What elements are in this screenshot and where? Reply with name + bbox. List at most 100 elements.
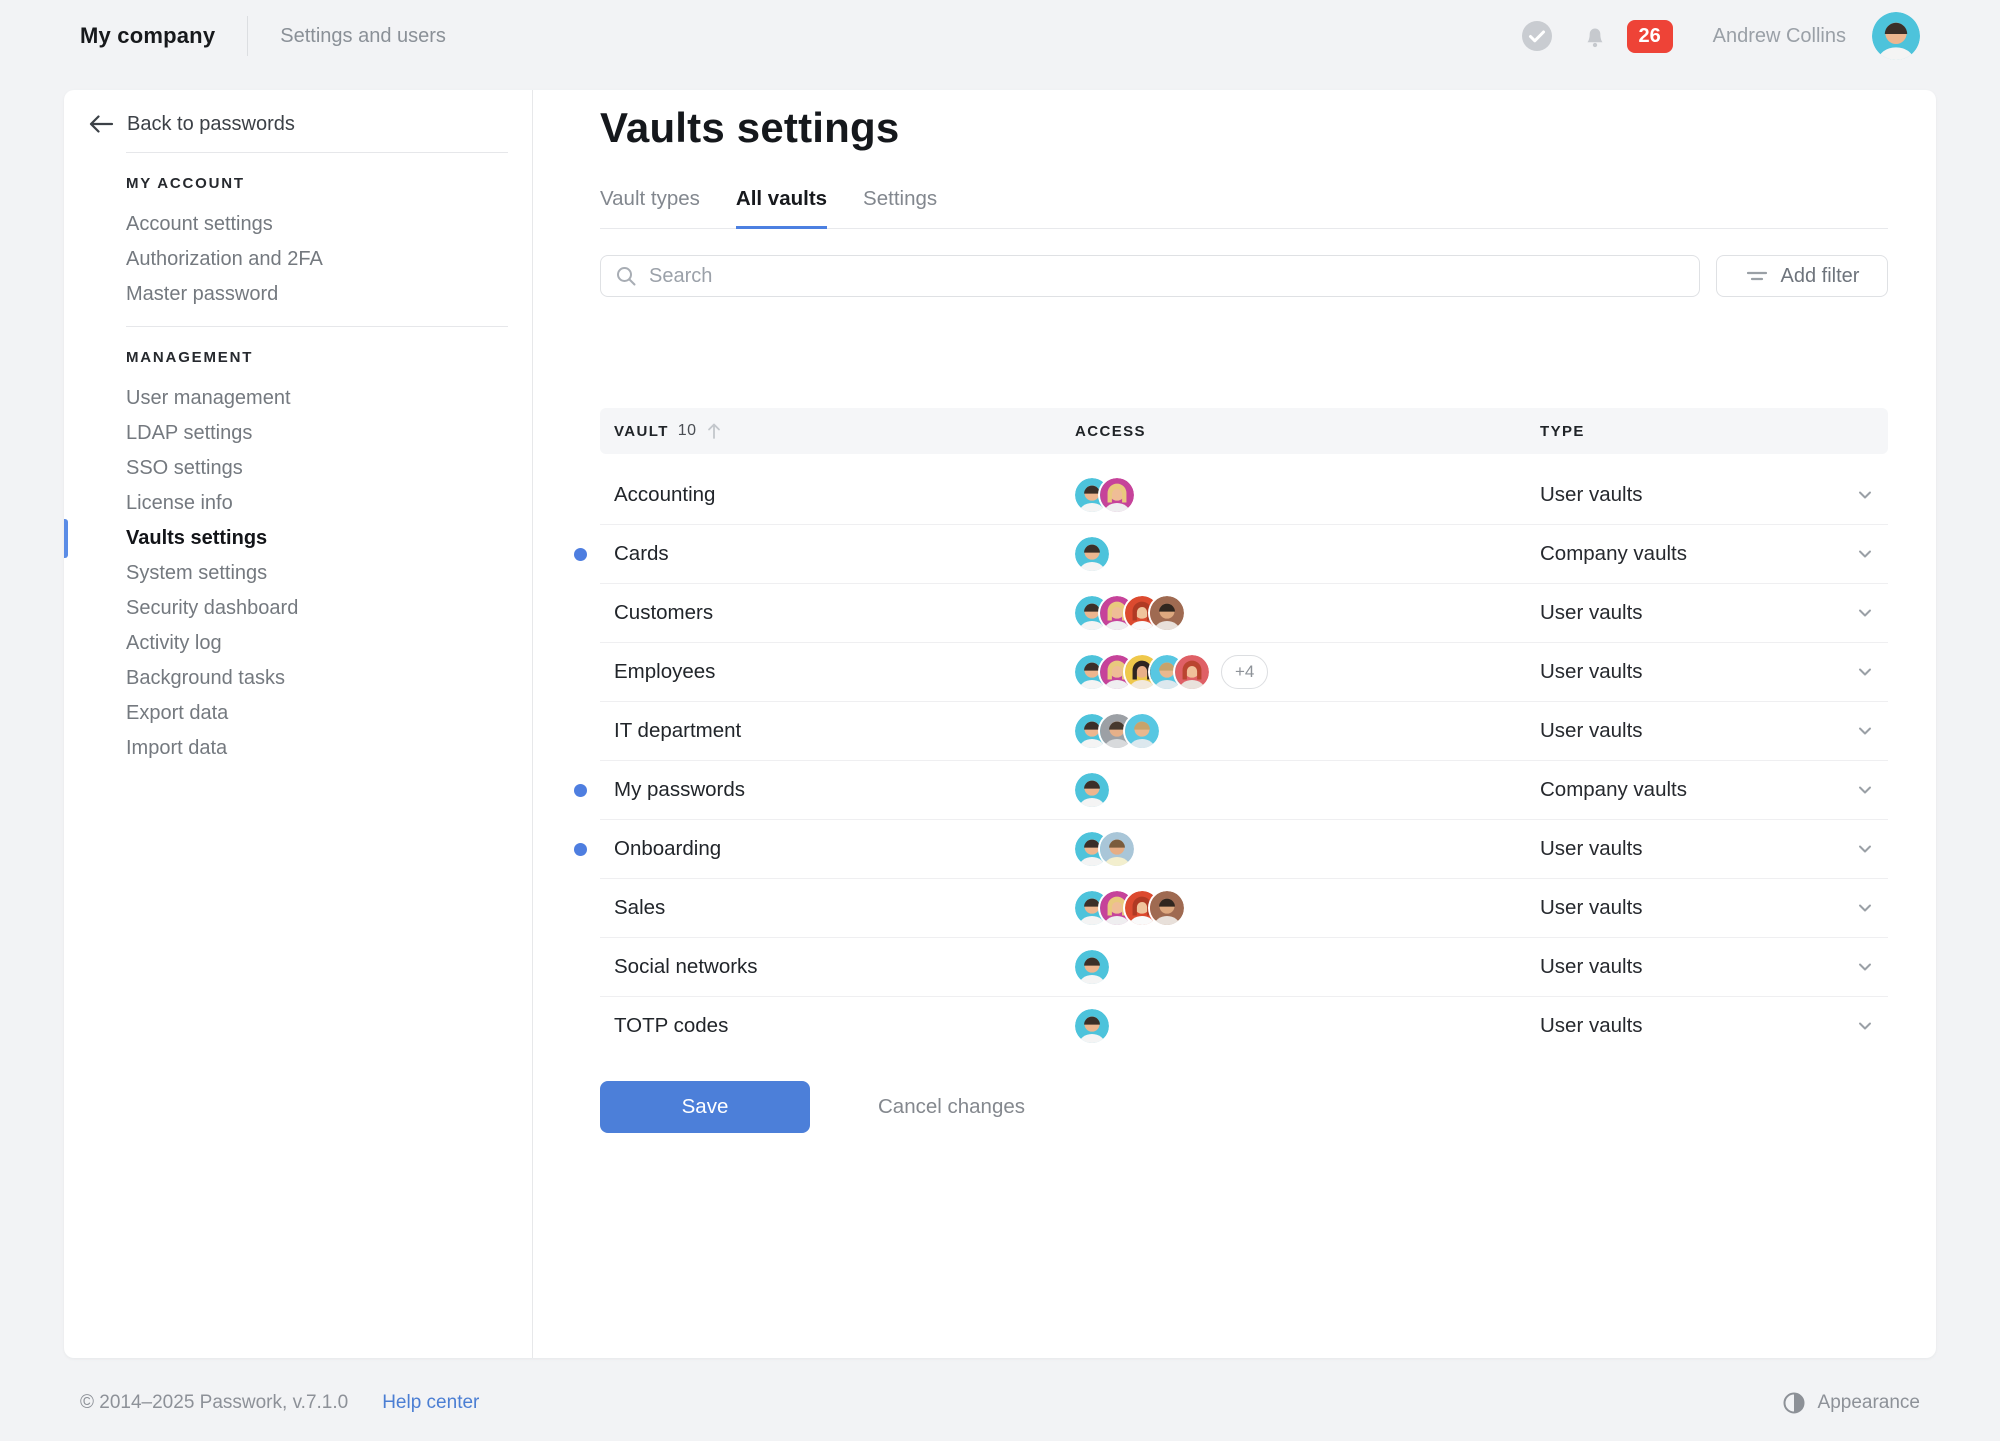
access-avatar-stack[interactable]: [1075, 1009, 1109, 1043]
table-row-onboarding: Onboarding User vaults: [600, 819, 1888, 878]
topbar-section-label: Settings and users: [280, 25, 446, 48]
avatar-teal-man: [1075, 1009, 1109, 1043]
vault-name: My passwords: [600, 778, 1075, 802]
settings-sidebar: Back to passwords MY ACCOUNTAccount sett…: [64, 90, 533, 1358]
sidebar-item-security-dashboard[interactable]: Security dashboard: [126, 591, 508, 626]
back-to-passwords-link[interactable]: Back to passwords: [88, 110, 532, 138]
vault-type-select[interactable]: Company vaults: [1540, 542, 1888, 566]
access-avatar-stack[interactable]: [1075, 950, 1109, 984]
column-vault[interactable]: VAULT 10: [600, 422, 1075, 440]
chevron-down-icon[interactable]: [1854, 1015, 1876, 1037]
chevron-down-icon[interactable]: [1854, 779, 1876, 801]
arrow-left-icon: [88, 113, 114, 135]
sidebar-item-activity-log[interactable]: Activity log: [126, 626, 508, 661]
sidebar-item-export-data[interactable]: Export data: [126, 696, 508, 731]
vault-access-cell: [1075, 773, 1540, 807]
table-controls: Add filter: [600, 255, 1888, 297]
sidebar-item-ldap-settings[interactable]: LDAP settings: [126, 416, 508, 451]
access-avatar-stack[interactable]: [1075, 655, 1209, 689]
chevron-down-icon[interactable]: [1854, 956, 1876, 978]
user-avatar[interactable]: [1872, 12, 1920, 60]
notification-count-badge[interactable]: 26: [1627, 20, 1673, 53]
vault-name: TOTP codes: [600, 1014, 1075, 1038]
back-link-label: Back to passwords: [127, 113, 295, 136]
top-bar: My company Settings and users 26 Andrew …: [0, 0, 2000, 72]
tab-vault-types[interactable]: Vault types: [600, 187, 700, 229]
vault-type-select[interactable]: User vaults: [1540, 719, 1888, 743]
bell-icon[interactable]: [1577, 18, 1613, 54]
vault-access-cell: [1075, 950, 1540, 984]
sidebar-item-user-management[interactable]: User management: [126, 381, 508, 416]
table-row-accounting: Accounting User vaults: [600, 466, 1888, 524]
table-row-sales: Sales User vaults: [600, 878, 1888, 937]
search-box: [600, 255, 1700, 297]
vault-type-select[interactable]: User vaults: [1540, 483, 1888, 507]
access-avatar-stack[interactable]: [1075, 478, 1134, 512]
access-avatar-stack[interactable]: [1075, 714, 1159, 748]
vault-type-select[interactable]: User vaults: [1540, 601, 1888, 625]
sidebar-item-master-password[interactable]: Master password: [126, 277, 508, 312]
table-row-employees: Employees +4User vaults: [600, 642, 1888, 701]
unsaved-change-dot: [574, 784, 587, 797]
vault-type-select[interactable]: User vaults: [1540, 896, 1888, 920]
sidebar-item-account-settings[interactable]: Account settings: [126, 207, 508, 242]
vault-type-value: User vaults: [1540, 601, 1643, 625]
tab-all-vaults[interactable]: All vaults: [736, 187, 827, 229]
vault-type-select[interactable]: User vaults: [1540, 955, 1888, 979]
appearance-label: Appearance: [1818, 1392, 1920, 1414]
sidebar-item-authorization-and-2fa[interactable]: Authorization and 2FA: [126, 242, 508, 277]
vault-type-value: Company vaults: [1540, 542, 1687, 566]
add-filter-label: Add filter: [1781, 265, 1860, 288]
chevron-down-icon[interactable]: [1854, 484, 1876, 506]
vault-access-cell: [1075, 596, 1540, 630]
vault-name: IT department: [600, 719, 1075, 743]
sort-arrow-up-icon[interactable]: [706, 422, 722, 440]
chevron-down-icon[interactable]: [1854, 897, 1876, 919]
main-panel: Vaults settings Vault types All vaults S…: [533, 90, 1936, 1358]
cancel-changes-link[interactable]: Cancel changes: [878, 1095, 1025, 1119]
sidebar-item-background-tasks[interactable]: Background tasks: [126, 661, 508, 696]
sidebar-item-license-info[interactable]: License info: [126, 486, 508, 521]
sidebar-section-my-account: MY ACCOUNTAccount settingsAuthorization …: [126, 152, 508, 312]
vault-name: Cards: [600, 542, 1075, 566]
more-users-chip[interactable]: +4: [1221, 655, 1268, 689]
user-name[interactable]: Andrew Collins: [1713, 25, 1846, 48]
tab-settings[interactable]: Settings: [863, 187, 937, 229]
search-input[interactable]: [647, 264, 1685, 289]
active-item-indicator: [64, 519, 68, 558]
half-circle-icon: [1782, 1391, 1806, 1415]
vault-access-cell: [1075, 478, 1540, 512]
save-button[interactable]: Save: [600, 1081, 810, 1133]
chevron-down-icon[interactable]: [1854, 602, 1876, 624]
chevron-down-icon[interactable]: [1854, 543, 1876, 565]
avatar-rose-woman: [1175, 655, 1209, 689]
vault-type-select[interactable]: User vaults: [1540, 837, 1888, 861]
sidebar-item-system-settings[interactable]: System settings: [126, 556, 508, 591]
avatar-pink-woman: [1100, 478, 1134, 512]
access-avatar-stack[interactable]: [1075, 537, 1109, 571]
vault-type-select[interactable]: User vaults: [1540, 660, 1888, 684]
sidebar-section-title: MANAGEMENT: [126, 349, 508, 367]
sidebar-item-sso-settings[interactable]: SSO settings: [126, 451, 508, 486]
check-circle-icon[interactable]: [1521, 20, 1553, 52]
vault-type-value: User vaults: [1540, 896, 1643, 920]
access-avatar-stack[interactable]: [1075, 832, 1134, 866]
access-avatar-stack[interactable]: [1075, 596, 1184, 630]
vault-name: Social networks: [600, 955, 1075, 979]
table-rows: Accounting User vaults Cards Company vaul…: [600, 466, 1888, 1055]
access-avatar-stack[interactable]: [1075, 891, 1184, 925]
add-filter-button[interactable]: Add filter: [1716, 255, 1888, 297]
vault-type-select[interactable]: User vaults: [1540, 1014, 1888, 1038]
access-avatar-stack[interactable]: [1075, 773, 1109, 807]
avatar-teal-man: [1075, 950, 1109, 984]
chevron-down-icon[interactable]: [1854, 838, 1876, 860]
vault-type-select[interactable]: Company vaults: [1540, 778, 1888, 802]
table-header: VAULT 10 ACCESS TYPE: [600, 408, 1888, 454]
sidebar-item-vaults-settings[interactable]: Vaults settings: [126, 521, 508, 556]
chevron-down-icon[interactable]: [1854, 661, 1876, 683]
chevron-down-icon[interactable]: [1854, 720, 1876, 742]
form-actions: Save Cancel changes: [600, 1081, 1025, 1133]
sidebar-item-import-data[interactable]: Import data: [126, 731, 508, 766]
help-center-link[interactable]: Help center: [382, 1392, 479, 1414]
appearance-toggle[interactable]: Appearance: [1782, 1391, 1920, 1415]
